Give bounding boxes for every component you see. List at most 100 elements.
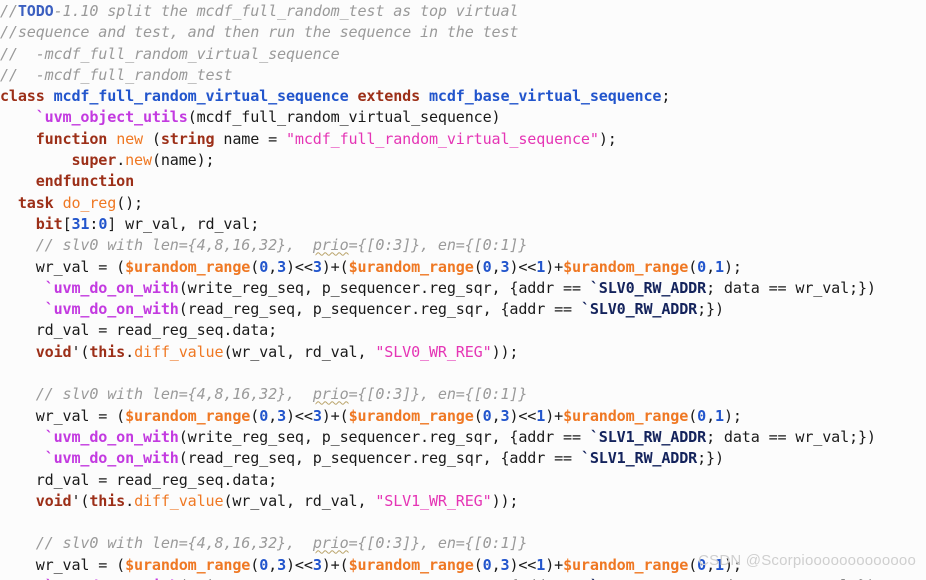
code-token: string [160,129,215,148]
code-token: $urandom_range [348,555,474,574]
code-token: ( [250,257,260,276]
code-token: `uvm_do_on_with [44,300,179,319]
code-line[interactable]: `uvm_do_on_with(write_reg_seq, p_sequenc… [0,278,876,299]
code-token: 1 [715,406,724,425]
code-token: 3 [312,555,322,574]
code-text-area[interactable]: //TODO-1.10 split the mcdf_full_random_t… [0,0,876,580]
code-line[interactable]: // slv0 with len={4,8,16,32}, prio={[0:3… [0,384,876,405]
code-token: $urandom_range [563,555,689,574]
code-token: )<< [509,555,537,574]
code-line[interactable]: void'(this.diff_value(wr_val, rd_val, "S… [0,342,876,363]
code-token: super [71,151,117,170]
code-token: diff_value [134,491,224,510]
code-line[interactable]: wr_val = ($urandom_range(0,3)<<3)+($uran… [0,257,876,278]
code-token: ( [473,406,483,425]
code-token: ;}) [697,449,724,468]
code-token: new [125,151,152,170]
code-token: 0 [259,406,269,425]
code-token: `uvm_object_utils [35,108,188,127]
code-token: )+( [321,406,349,425]
code-token: , [706,257,715,276]
code-token: class [0,87,45,106]
code-token: 3 [312,406,322,425]
code-token: ( [688,555,698,574]
code-token: `SLV0_RW_ADDR [580,300,698,319]
code-token: prio [312,534,349,553]
code-line[interactable]: //sequence and test, and then run the se… [0,22,876,43]
code-line[interactable]: task do_reg(); [0,193,876,214]
code-token: ; data == wr_val;}) [706,427,876,446]
code-line[interactable]: function new (string name = "mcdf_full_r… [0,129,876,150]
code-token: 1 [536,406,546,425]
code-token: mcdf_full_random_virtual_sequence [53,87,349,106]
code-line[interactable]: endfunction [0,171,876,192]
code-line[interactable]: // -mcdf_full_random_test [0,65,876,86]
code-line[interactable]: `uvm_do_on_with(write_reg_seq, p_sequenc… [0,427,876,448]
code-token: function [35,129,108,148]
code-token: "SLV1_WR_REG" [375,491,492,510]
code-token: 0 [98,214,108,233]
code-line[interactable]: //TODO-1.10 split the mcdf_full_random_t… [0,1,876,22]
code-token: ; data == wr_val;}) [706,278,876,297]
code-line[interactable]: class mcdf_full_random_virtual_sequence … [0,86,876,107]
code-token: )<< [286,257,313,276]
code-token: )<< [509,257,537,276]
code-token: ={[0:3]}, en={[0:1]} [348,236,528,255]
code-token: )<< [509,406,537,425]
code-token: ={[0:3]}, en={[0:1]} [348,534,528,553]
code-line[interactable]: `uvm_do_on_with(read_reg_seq, p_sequence… [0,448,876,469]
code-line[interactable]: rd_val = read_reg_seq.data; [0,320,876,341]
code-token: wr_val = ( [0,257,126,276]
code-token: [ [62,214,72,233]
code-line[interactable]: bit[31:0] wr_val, rd_val; [0,214,876,235]
code-token: $urandom_range [348,257,474,276]
code-token: // slv0 with len={4,8,16,32}, [35,236,313,255]
code-token: 1 [536,257,546,276]
code-token: (wr_val, rd_val, [223,491,376,510]
code-token: (wr_val, rd_val, [223,342,376,361]
code-token: void [35,342,72,361]
code-token: )+ [545,555,564,574]
code-token: (mcdf_full_random_virtual_sequence) [187,108,501,127]
code-token: )+ [545,406,564,425]
code-token: )); [491,342,519,361]
code-token: 0 [697,406,707,425]
code-line[interactable]: super.new(name); [0,150,876,171]
code-line[interactable]: wr_val = ($urandom_range(0,3)<<3)+($uran… [0,406,876,427]
code-token: . [125,491,135,510]
code-editor-view[interactable]: //TODO-1.10 split the mcdf_full_random_t… [0,0,926,580]
code-line[interactable]: // slv0 with len={4,8,16,32}, prio={[0:3… [0,235,876,256]
code-line[interactable] [0,512,876,533]
code-token: $urandom_range [125,406,251,425]
code-line[interactable]: `uvm_object_utils(mcdf_full_random_virtu… [0,107,876,128]
code-token: `uvm_do_on_with [44,427,179,446]
code-token: ( [473,257,483,276]
code-line[interactable]: `uvm_do_on_with(read_reg_seq, p_sequence… [0,299,876,320]
code-token: name = [214,129,286,148]
code-token: (write_reg_seq, p_sequencer.reg_sqr, {ad… [178,427,590,446]
code-line[interactable]: // -mcdf_full_random_virtual_sequence [0,44,876,65]
code-token: prio [312,385,349,404]
code-line[interactable]: `uvm_do_on_with(write_reg_seq, p_sequenc… [0,576,876,580]
code-token: (name); [151,151,215,170]
code-token: $urandom_range [563,257,689,276]
code-token: ( [250,406,260,425]
code-token: endfunction [35,172,135,191]
code-token: 3 [277,257,286,276]
code-line[interactable] [0,363,876,384]
code-line[interactable]: rd_val = read_reg_seq.data; [0,470,876,491]
code-token: )+( [321,257,349,276]
code-token: 0 [259,555,269,574]
code-token: 0 [482,406,492,425]
code-line[interactable]: void'(this.diff_value(wr_val, rd_val, "S… [0,491,876,512]
code-token: . [116,151,126,170]
